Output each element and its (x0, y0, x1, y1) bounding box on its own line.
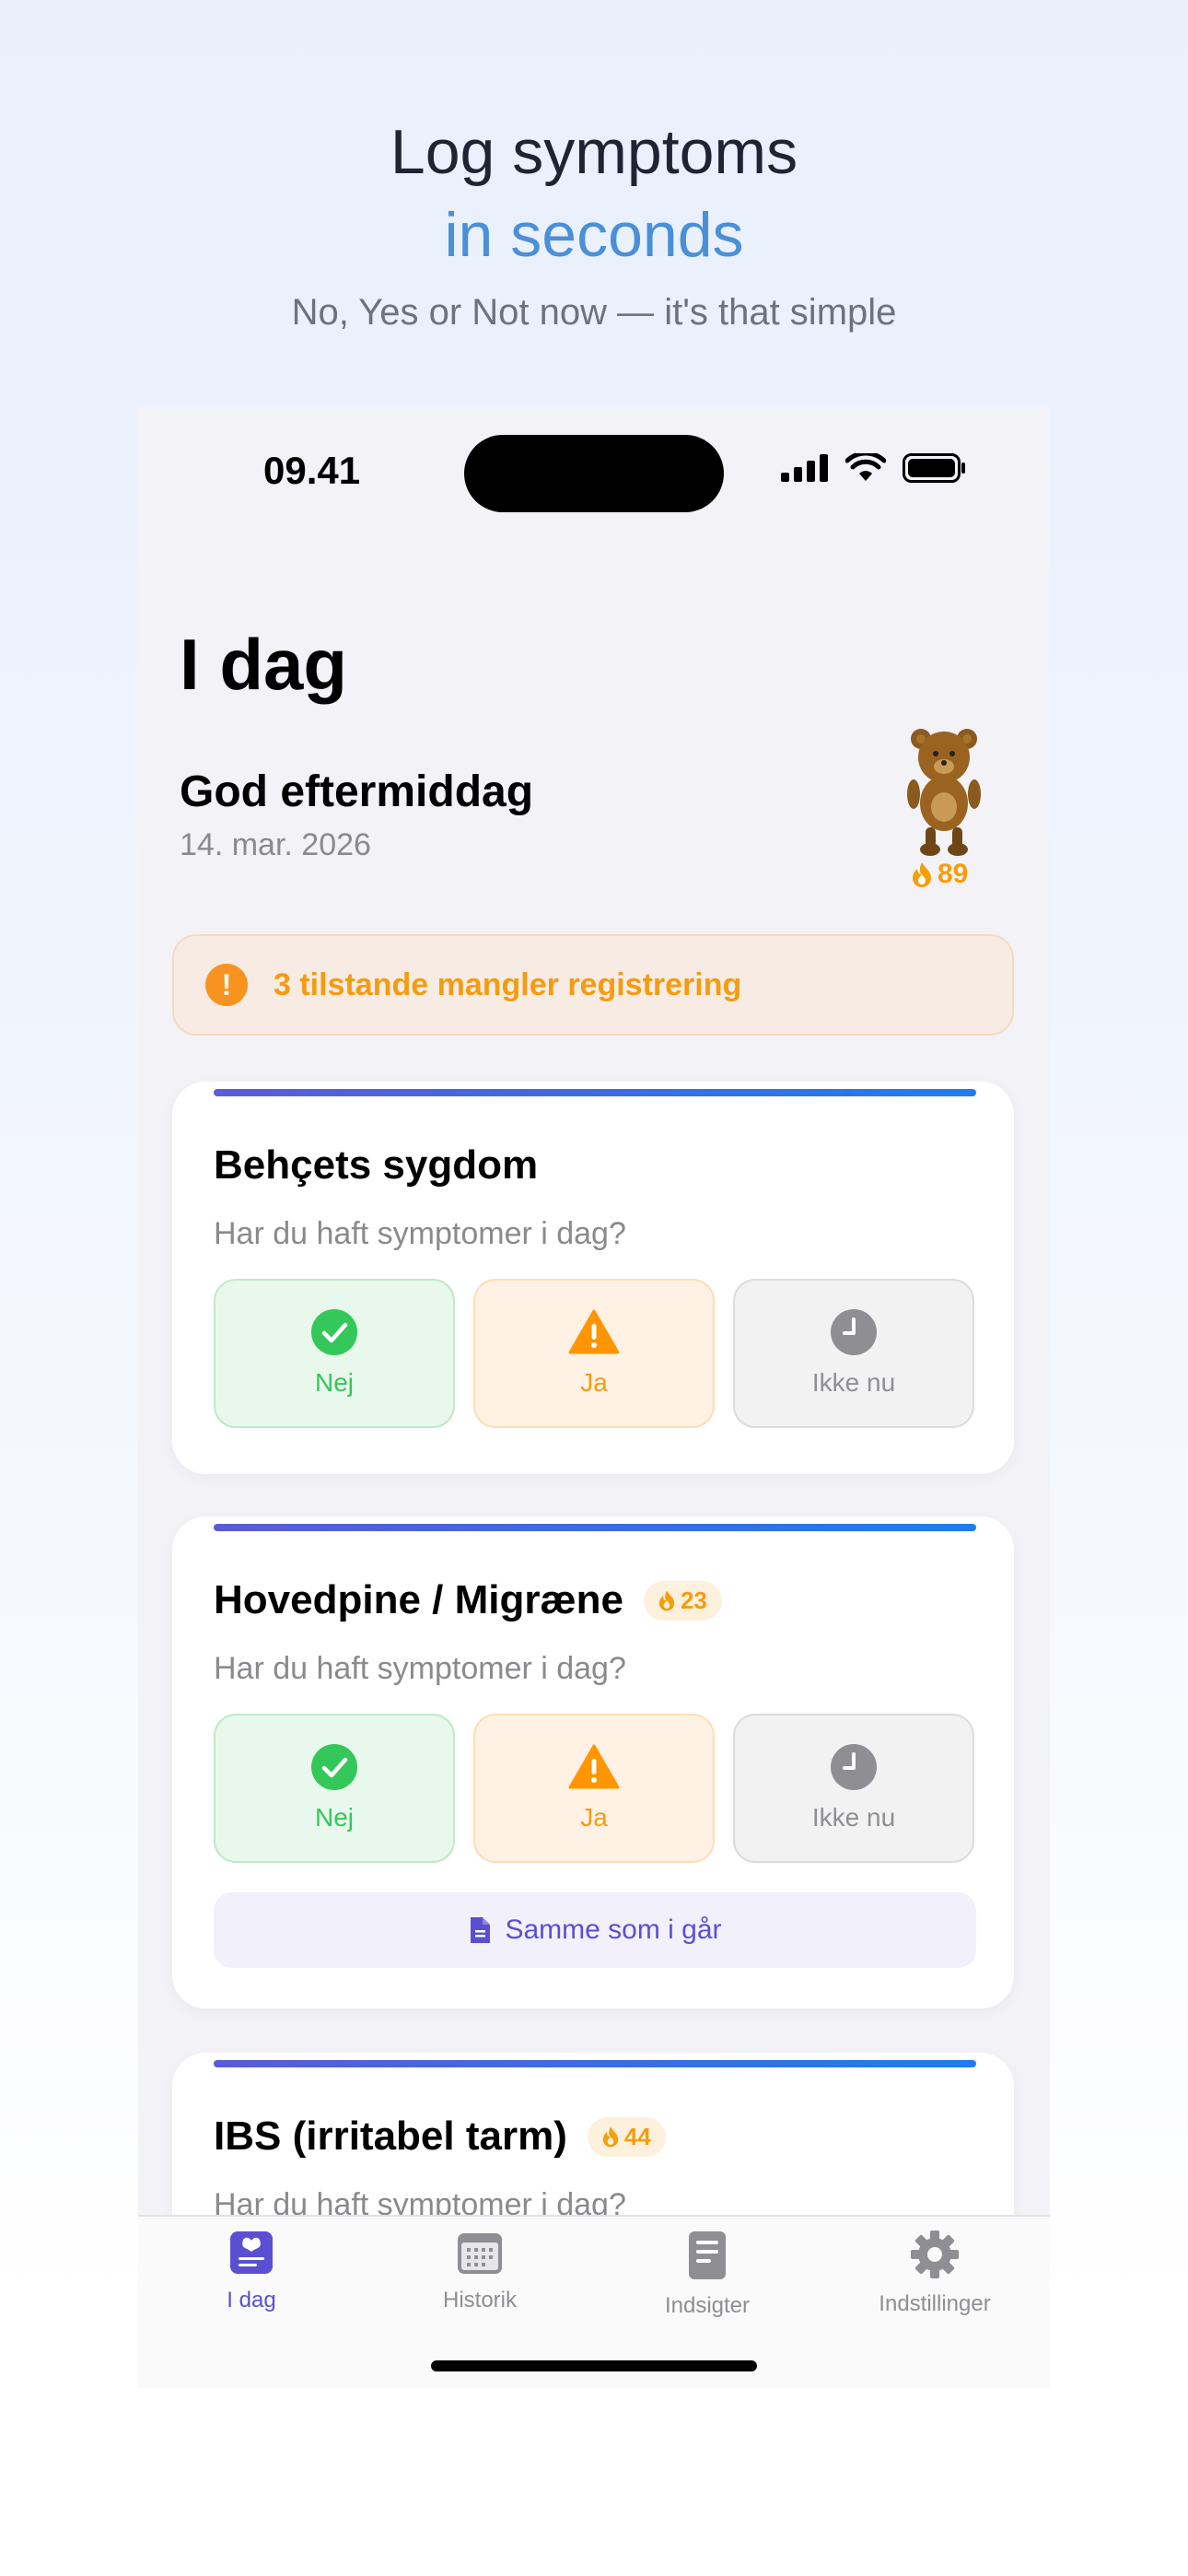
same-as-yesterday-label: Samme som i går (505, 1914, 722, 1945)
streak-counter: 89 (912, 859, 968, 890)
document-icon (689, 2231, 726, 2279)
condition-card: Hovedpine / Migræne 23 Har du haft sympt… (172, 1516, 1014, 2008)
page-title: I dag (180, 624, 348, 705)
answer-choices: Nej Ja Ikke nu (214, 1279, 976, 1428)
teddy-bear-mascot-icon[interactable] (903, 728, 985, 857)
answer-yes-label: Ja (580, 1368, 608, 1397)
warning-triangle-icon (568, 1309, 620, 1354)
tab-history[interactable]: Historik (397, 2230, 563, 2313)
streak-count: 89 (938, 859, 969, 889)
signal-icon (781, 454, 828, 482)
answer-not-now-label: Ikke nu (811, 1803, 896, 1832)
tab-label: Indsigter (664, 2293, 751, 2318)
exclamation-circle-icon: ! (205, 964, 248, 1006)
missing-registration-alert[interactable]: ! 3 tilstande mangler registrering (172, 934, 1014, 1036)
hero: Log symptoms in seconds No, Yes or Not n… (0, 111, 1188, 345)
condition-streak-badge: 23 (643, 1580, 722, 1621)
calendar-icon (458, 2233, 502, 2274)
heart-note-icon (230, 2231, 273, 2274)
card-accent-bar (214, 2060, 976, 2067)
card-accent-bar (214, 1524, 976, 1531)
wifi-icon (845, 453, 886, 481)
clock-icon (831, 1744, 877, 1790)
flame-icon (913, 862, 931, 887)
answer-not-now-label: Ikke nu (811, 1368, 896, 1397)
warning-triangle-icon (568, 1744, 620, 1789)
tab-label: Historik (442, 2288, 517, 2313)
streak-count: 23 (680, 1586, 707, 1614)
answer-yes-button[interactable]: Ja (473, 1714, 715, 1863)
hero-title-highlight: in seconds (444, 200, 744, 270)
tab-label: Indstillinger (879, 2291, 991, 2316)
answer-not-now-button[interactable]: Ikke nu (733, 1279, 974, 1428)
symptom-question: Har du haft symptomer i dag? (214, 1216, 626, 1251)
streak-count: 44 (623, 2122, 651, 2150)
card-title-row: IBS (irritabel tarm) 44 (214, 2113, 666, 2160)
tab-today[interactable]: I dag (169, 2230, 334, 2313)
tab-label: I dag (227, 2288, 276, 2313)
checkmark-circle-icon (311, 1744, 357, 1790)
checkmark-circle-icon (311, 1309, 357, 1355)
same-as-yesterday-button[interactable]: Samme som i går (214, 1892, 976, 1968)
gear-icon (911, 2231, 959, 2278)
answer-no-label: Nej (314, 1368, 354, 1397)
answer-yes-button[interactable]: Ja (473, 1279, 715, 1428)
answer-no-button[interactable]: Nej (214, 1714, 455, 1863)
condition-streak-badge: 44 (587, 2116, 666, 2157)
condition-title: Hovedpine / Migræne (214, 1577, 623, 1622)
greeting: God eftermiddag (180, 767, 534, 816)
answer-no-label: Nej (314, 1803, 354, 1832)
hero-title: Log symptoms (390, 117, 798, 187)
dynamic-island (464, 435, 724, 512)
hero-subtitle: No, Yes or Not now — it's that simple (291, 292, 897, 333)
tab-settings[interactable]: Indstillinger (852, 2230, 1018, 2317)
answer-not-now-button[interactable]: Ikke nu (733, 1714, 974, 1863)
copy-document-icon (471, 1917, 491, 1943)
flame-icon (602, 2126, 619, 2148)
tab-insights[interactable]: Indsigter (624, 2230, 790, 2319)
card-accent-bar (214, 1089, 976, 1096)
card-title-row: Behçets sygdom (214, 1142, 538, 1188)
answer-choices: Nej Ja Ikke nu (214, 1714, 976, 1863)
status-time: 09.41 (263, 449, 361, 492)
condition-title: Behçets sygdom (214, 1142, 539, 1188)
condition-card: Behçets sygdom Har du haft symptomer i d… (172, 1082, 1014, 1474)
answer-yes-label: Ja (580, 1803, 608, 1832)
alert-text: 3 tilstande mangler registrering (274, 966, 742, 1002)
condition-title: IBS (irritabel tarm) (214, 2113, 567, 2159)
home-indicator[interactable] (431, 2360, 757, 2371)
card-title-row: Hovedpine / Migræne 23 (214, 1577, 722, 1623)
battery-icon (903, 453, 965, 483)
phone-screen: 09.41 I dag God eftermiddag 14. mar. 202… (138, 405, 1050, 2388)
flame-icon (658, 1590, 675, 1611)
symptom-question: Har du haft symptomer i dag? (214, 1651, 626, 1686)
clock-icon (831, 1309, 877, 1355)
current-date: 14. mar. 2026 (180, 827, 371, 862)
status-icons (781, 453, 967, 483)
answer-no-button[interactable]: Nej (214, 1279, 455, 1428)
